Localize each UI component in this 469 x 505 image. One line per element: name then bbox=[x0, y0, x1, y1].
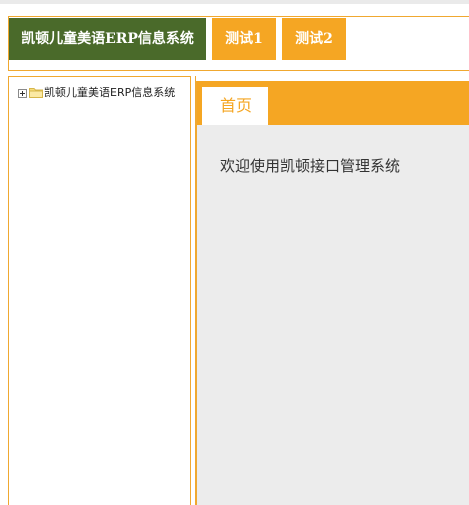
folder-icon bbox=[29, 87, 43, 98]
tab-home[interactable]: 首页 bbox=[202, 87, 268, 125]
main-content: 首页 欢迎使用凯顿接口管理系统 bbox=[196, 81, 469, 505]
nav-test2-button[interactable]: 测试2 bbox=[282, 18, 346, 60]
nav-test1-button[interactable]: 测试1 bbox=[212, 18, 276, 60]
tab-strip: 首页 bbox=[197, 81, 469, 125]
app-root: 凯顿儿童美语ERP信息系统 测试1 测试2 凯顿儿童美语ERP信息系统 首页 欢… bbox=[0, 0, 469, 505]
tree-panel: 凯顿儿童美语ERP信息系统 bbox=[8, 76, 191, 505]
tree-node-label: 凯顿儿童美语ERP信息系统 bbox=[44, 86, 176, 99]
welcome-text: 欢迎使用凯顿接口管理系统 bbox=[220, 157, 401, 175]
top-header: 凯顿儿童美语ERP信息系统 测试1 测试2 bbox=[8, 16, 469, 71]
expand-plus-icon[interactable] bbox=[18, 88, 27, 98]
tree-node-root[interactable]: 凯顿儿童美语ERP信息系统 bbox=[18, 85, 175, 99]
browser-top-strip bbox=[0, 0, 469, 4]
nav-brand-button[interactable]: 凯顿儿童美语ERP信息系统 bbox=[9, 18, 206, 60]
